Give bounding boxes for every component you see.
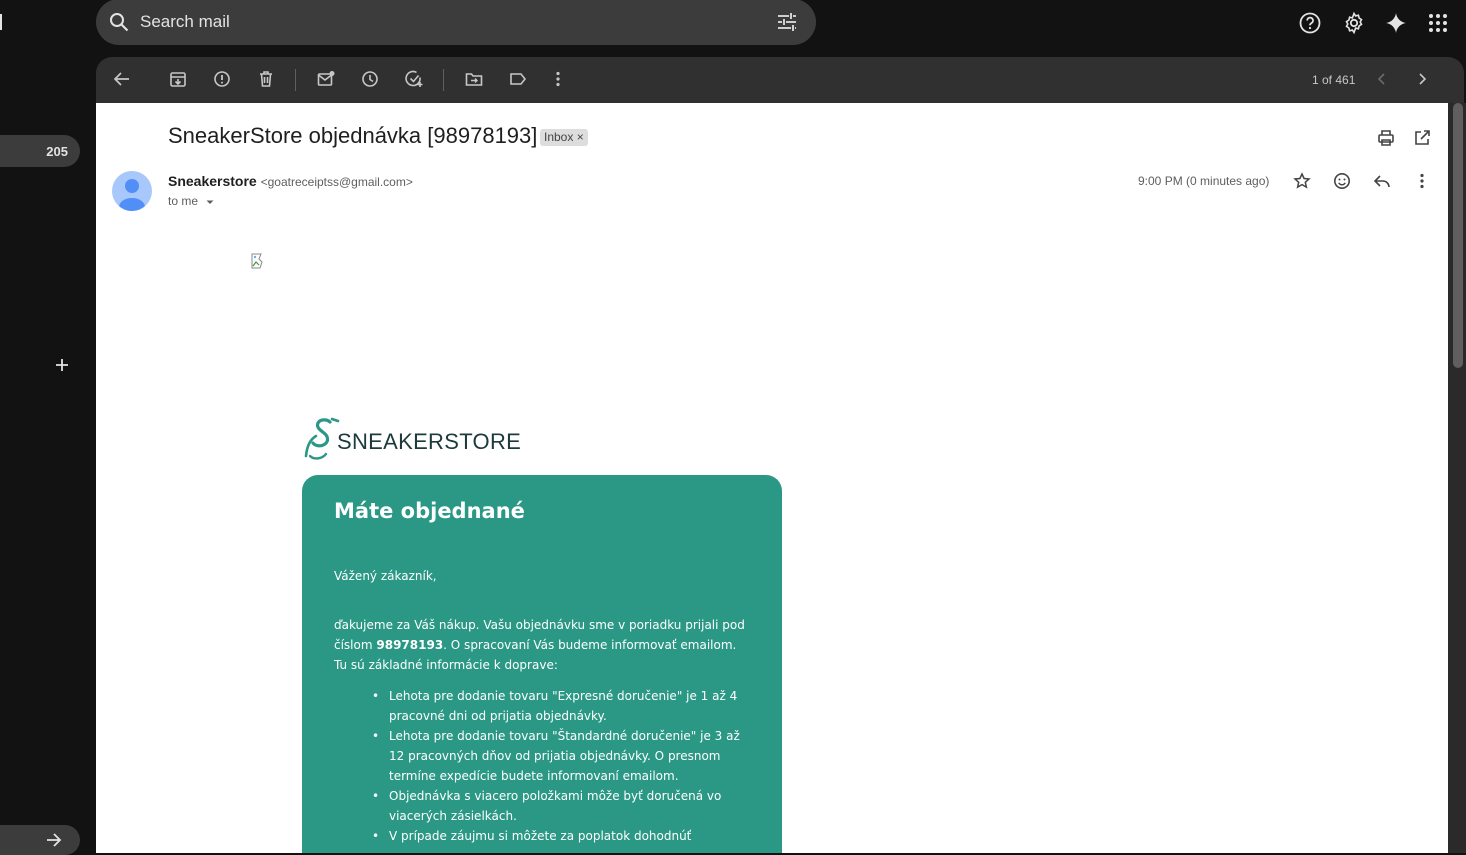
- sender-line: Sneakerstore <goatreceiptss@gmail.com>: [168, 173, 413, 189]
- unread-count-badge: 205: [46, 144, 68, 159]
- chevron-down-icon[interactable]: [205, 197, 215, 207]
- email-timestamp: 9:00 PM (0 minutes ago): [1138, 174, 1270, 188]
- help-icon[interactable]: [1298, 11, 1322, 35]
- report-spam-icon[interactable]: [212, 69, 232, 89]
- list-item: Lehota pre dodanie tovaru "Štandardné do…: [372, 726, 752, 786]
- card-title: Máte objednané: [334, 499, 525, 523]
- label-chip-text: Inbox: [544, 130, 574, 144]
- more-icon[interactable]: [1412, 171, 1432, 191]
- search-input[interactable]: Search mail: [140, 12, 230, 32]
- next-icon[interactable]: [1412, 69, 1432, 89]
- archive-icon[interactable]: [168, 69, 188, 89]
- back-icon[interactable]: [112, 69, 132, 89]
- label-chip-remove[interactable]: ×: [577, 130, 584, 144]
- snooze-icon[interactable]: [360, 69, 380, 89]
- pagination-counter: 1 of 461: [1312, 73, 1356, 87]
- mark-unread-icon[interactable]: [316, 69, 336, 89]
- print-icon[interactable]: [1376, 128, 1396, 148]
- scrollbar-thumb[interactable]: [1453, 103, 1463, 368]
- filter-icon[interactable]: [776, 11, 798, 33]
- expand-sidebar-button[interactable]: [0, 825, 80, 855]
- recipient-label: to me: [168, 194, 199, 208]
- list-item: V prípade záujmu si môžete za poplatok d…: [372, 826, 752, 846]
- reply-icon[interactable]: [1372, 171, 1392, 191]
- move-to-icon[interactable]: [464, 69, 484, 89]
- arrow-right-icon: [47, 833, 62, 847]
- message-toolbar: 1 of 461: [96, 57, 1464, 103]
- apps-icon[interactable]: [1426, 11, 1450, 35]
- toolbar-divider: [295, 69, 296, 91]
- open-new-window-icon[interactable]: [1412, 128, 1432, 148]
- brand-name: SNEAKERSTORE: [337, 429, 522, 454]
- plus-icon[interactable]: [52, 355, 72, 375]
- email-subject: SneakerStore objednávka [98978193]: [168, 123, 538, 148]
- inbox-label-chip[interactable]: Inbox ×: [540, 129, 588, 146]
- search-bar[interactable]: Search mail: [96, 0, 816, 45]
- delete-icon[interactable]: [256, 69, 276, 89]
- sender-email: <goatreceiptss@gmail.com>: [260, 175, 413, 189]
- emoji-icon[interactable]: [1332, 171, 1352, 191]
- inbox-nav-item[interactable]: 205: [0, 135, 80, 167]
- card-paragraph: ďakujeme za Váš nákup. Vašu objednávku s…: [334, 615, 746, 675]
- more-icon[interactable]: [548, 69, 568, 89]
- list-item: Lehota pre dodanie tovaru "Expresné doru…: [372, 686, 752, 726]
- sneakerstore-logo-icon: [302, 416, 340, 462]
- search-icon[interactable]: [108, 11, 130, 33]
- broken-image-icon: [251, 253, 267, 269]
- star-icon[interactable]: [1292, 171, 1312, 191]
- list-item: Objednávka s viacero položkami môže byť …: [372, 786, 752, 826]
- card-greeting: Vážený zákazník,: [334, 569, 437, 583]
- shipping-info-list: Lehota pre dodanie tovaru "Expresné doru…: [372, 686, 752, 846]
- add-task-icon[interactable]: [404, 69, 424, 89]
- order-number: 98978193: [376, 638, 444, 652]
- prev-icon[interactable]: [1372, 69, 1392, 89]
- settings-icon[interactable]: [1342, 11, 1366, 35]
- avatar: [112, 171, 152, 211]
- toolbar-divider: [443, 69, 444, 91]
- message-pane: SneakerStore objednávka [98978193] Inbox…: [96, 103, 1448, 853]
- label-icon[interactable]: [508, 69, 528, 89]
- gemini-icon[interactable]: [1384, 11, 1408, 35]
- recipient-details[interactable]: to me: [168, 194, 215, 208]
- order-confirmation-card: Máte objednané Vážený zákazník, ďakujeme…: [302, 475, 782, 853]
- sender-name: Sneakerstore: [168, 173, 257, 189]
- rail-edge-marker: [0, 14, 2, 30]
